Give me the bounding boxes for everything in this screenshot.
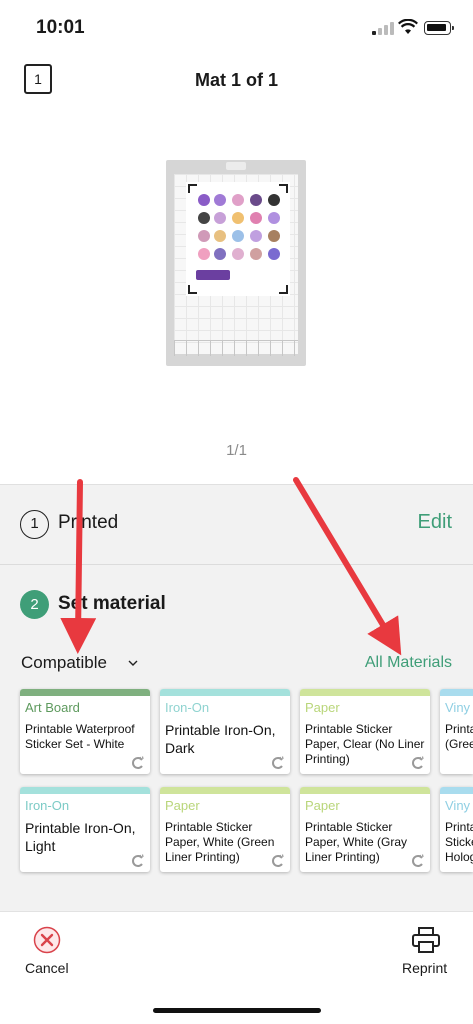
sticker-thumb [250,248,262,260]
cricut-logo-icon [272,854,284,867]
wifi-icon [398,19,418,34]
reprint-button[interactable]: Reprint [402,960,447,976]
cricut-logo-icon [132,854,144,867]
cricut-logo-icon [412,854,424,867]
step-number-2: 2 [20,590,49,619]
material-card[interactable]: Viny Printa (Greer [440,689,473,774]
card-category-bar [20,689,150,696]
card-material-name: Printable Sticker Paper, White (Green Li… [165,820,275,864]
all-materials-link[interactable]: All Materials [365,654,452,672]
card-material-name: Printable Iron-On, Dark [165,722,276,756]
sticker-thumb [268,248,280,260]
card-category-bar [440,689,473,696]
sticker-text-label [196,270,230,280]
sticker-thumb [250,230,262,242]
sticker-thumb [268,212,280,224]
sticker-thumb [198,230,210,242]
mat-grid [174,174,298,354]
sticker-thumb [214,212,226,224]
cancel-button[interactable]: Cancel [25,960,69,976]
sticker-thumb [198,212,210,224]
sticker-thumb [232,194,244,206]
step-printed-row: 1 Printed Edit [0,485,473,565]
cricut-logo-icon [412,756,424,769]
sticker-thumb [232,248,244,260]
step-label-printed: Printed [58,512,119,533]
sticker-thumb [198,248,210,260]
registration-mark [188,285,197,294]
material-card[interactable]: Iron-On Printable Iron-On, Light [20,787,150,872]
home-indicator[interactable] [153,1008,321,1013]
chevron-down-icon[interactable] [128,658,138,668]
registration-mark [279,285,288,294]
step-label-set-material: Set material [58,593,166,614]
card-material-name: Printa (Greer [445,722,473,751]
card-category: Paper [165,798,200,813]
card-material-name: Printa Sticke Holog [445,820,473,864]
material-card[interactable]: Art Board Printable Waterproof Sticker S… [20,689,150,774]
sticker-thumb [214,230,226,242]
registration-mark [188,184,197,193]
material-card[interactable]: Iron-On Printable Iron-On, Dark [160,689,290,774]
card-category-bar [300,787,430,794]
status-bar: 10:01 [0,0,473,52]
printer-icon[interactable] [411,926,441,954]
mat-preview[interactable] [166,160,306,366]
card-category-bar [300,689,430,696]
card-category-bar [440,787,473,794]
mat-ruler [174,340,298,356]
registration-mark [279,184,288,193]
step-number-1: 1 [20,510,49,539]
material-card[interactable]: Paper Printable Sticker Paper, Clear (No… [300,689,430,774]
battery-icon [424,21,454,35]
sticker-thumb [250,194,262,206]
card-category: Iron-On [25,798,70,813]
cancel-icon[interactable] [33,926,61,954]
material-card[interactable]: Viny Printa Sticke Holog [440,787,473,872]
edit-button[interactable]: Edit [418,511,452,534]
mat-tab [226,162,246,170]
card-category: Paper [305,798,340,813]
material-card[interactable]: Paper Printable Sticker Paper, White (Gr… [300,787,430,872]
sticker-thumb [232,230,244,242]
sticker-thumb [268,230,280,242]
cricut-logo-icon [132,756,144,769]
card-category-bar [160,689,290,696]
sticker-thumb [232,212,244,224]
card-category-bar [20,787,150,794]
page-title: Mat 1 of 1 [194,70,278,90]
sticker-thumb [214,194,226,206]
card-category: Viny [445,700,471,715]
material-card[interactable]: Paper Printable Sticker Paper, White (Gr… [160,787,290,872]
sticker-thumb [198,194,210,206]
cricut-logo-icon [272,756,284,769]
cellular-signal-icon [372,22,394,35]
card-material-name: Printable Sticker Paper, Clear (No Liner… [305,722,425,766]
sticker-thumb [250,212,262,224]
card-category: Viny [445,798,471,813]
page-indicator: 1/1 [226,442,247,459]
card-category-bar [160,787,290,794]
card-material-name: Printable Sticker Paper, White (Gray Lin… [305,820,408,864]
card-category: Iron-On [165,700,210,715]
card-material-name: Printable Waterproof Sticker Set - White [25,722,135,751]
sticker-thumb [214,248,226,260]
bottom-action-bar: Cancel Reprint [0,911,473,1024]
card-category: Paper [305,700,340,715]
status-time: 10:01 [36,17,85,38]
sticker-sheet-thumbnail [186,182,290,296]
card-category: Art Board [25,700,80,715]
compatible-filter-dropdown[interactable]: Compatible [21,653,107,673]
card-material-name: Printable Iron-On, Light [25,820,136,854]
sticker-thumb [268,194,280,206]
